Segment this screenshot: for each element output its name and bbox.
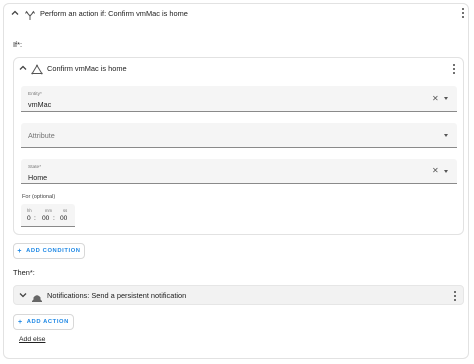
- dropdown-icon[interactable]: [444, 97, 448, 100]
- action-title: Perform an action if: Confirm vmMac is h…: [40, 9, 188, 18]
- duration-input[interactable]: hh 0 : mm 00 : ss 00: [21, 204, 75, 227]
- kebab-icon[interactable]: [450, 63, 458, 75]
- seconds-unit: ss: [63, 208, 68, 213]
- attribute-field[interactable]: Attribute: [21, 123, 457, 148]
- then-label: Then*:: [13, 268, 35, 277]
- action-header[interactable]: [10, 8, 20, 18]
- plus-icon: +: [18, 318, 23, 326]
- for-label: For (optional): [22, 194, 56, 200]
- bell-icon: [31, 290, 43, 302]
- if-label: If*:: [13, 40, 23, 49]
- branch-icon: [24, 8, 36, 20]
- plus-icon: +: [17, 247, 23, 255]
- separator: :: [53, 215, 55, 222]
- attribute-label: Attribute: [28, 131, 55, 140]
- condition-title: Confirm vmMac is home: [47, 64, 127, 73]
- entity-field[interactable]: Entity* vmMac ✕: [21, 86, 457, 112]
- entity-value[interactable]: vmMac: [28, 100, 51, 109]
- chevron-up-icon[interactable]: [10, 8, 20, 18]
- add-condition-button[interactable]: + ADD CONDITION: [13, 243, 85, 259]
- dropdown-icon[interactable]: [444, 134, 448, 137]
- minutes-unit: mm: [45, 208, 52, 213]
- state-field[interactable]: State* Home ✕: [21, 159, 457, 184]
- kebab-icon[interactable]: [451, 290, 459, 302]
- separator: :: [34, 215, 36, 222]
- state-label: State*: [28, 165, 42, 170]
- add-action-button[interactable]: + ADD ACTION: [13, 314, 74, 330]
- chevron-down-icon[interactable]: [18, 290, 28, 300]
- add-else-link[interactable]: Add else: [19, 336, 45, 343]
- action-row-title: Notifications: Send a persistent notific…: [47, 291, 187, 300]
- kebab-icon[interactable]: [459, 7, 467, 19]
- add-action-label: ADD ACTION: [26, 319, 69, 325]
- minutes-value[interactable]: 00: [42, 215, 49, 222]
- seconds-value[interactable]: 00: [60, 215, 67, 222]
- clear-icon[interactable]: ✕: [432, 95, 439, 103]
- triangle-icon: [31, 62, 43, 75]
- hours-unit: hh: [27, 208, 32, 213]
- chevron-up-icon[interactable]: [18, 63, 28, 73]
- entity-label: Entity*: [28, 92, 42, 97]
- dropdown-icon[interactable]: [444, 170, 448, 173]
- clear-icon[interactable]: ✕: [432, 167, 439, 175]
- add-condition-label: ADD CONDITION: [26, 248, 81, 254]
- state-value[interactable]: Home: [28, 173, 47, 182]
- hours-value[interactable]: 0: [27, 215, 31, 222]
